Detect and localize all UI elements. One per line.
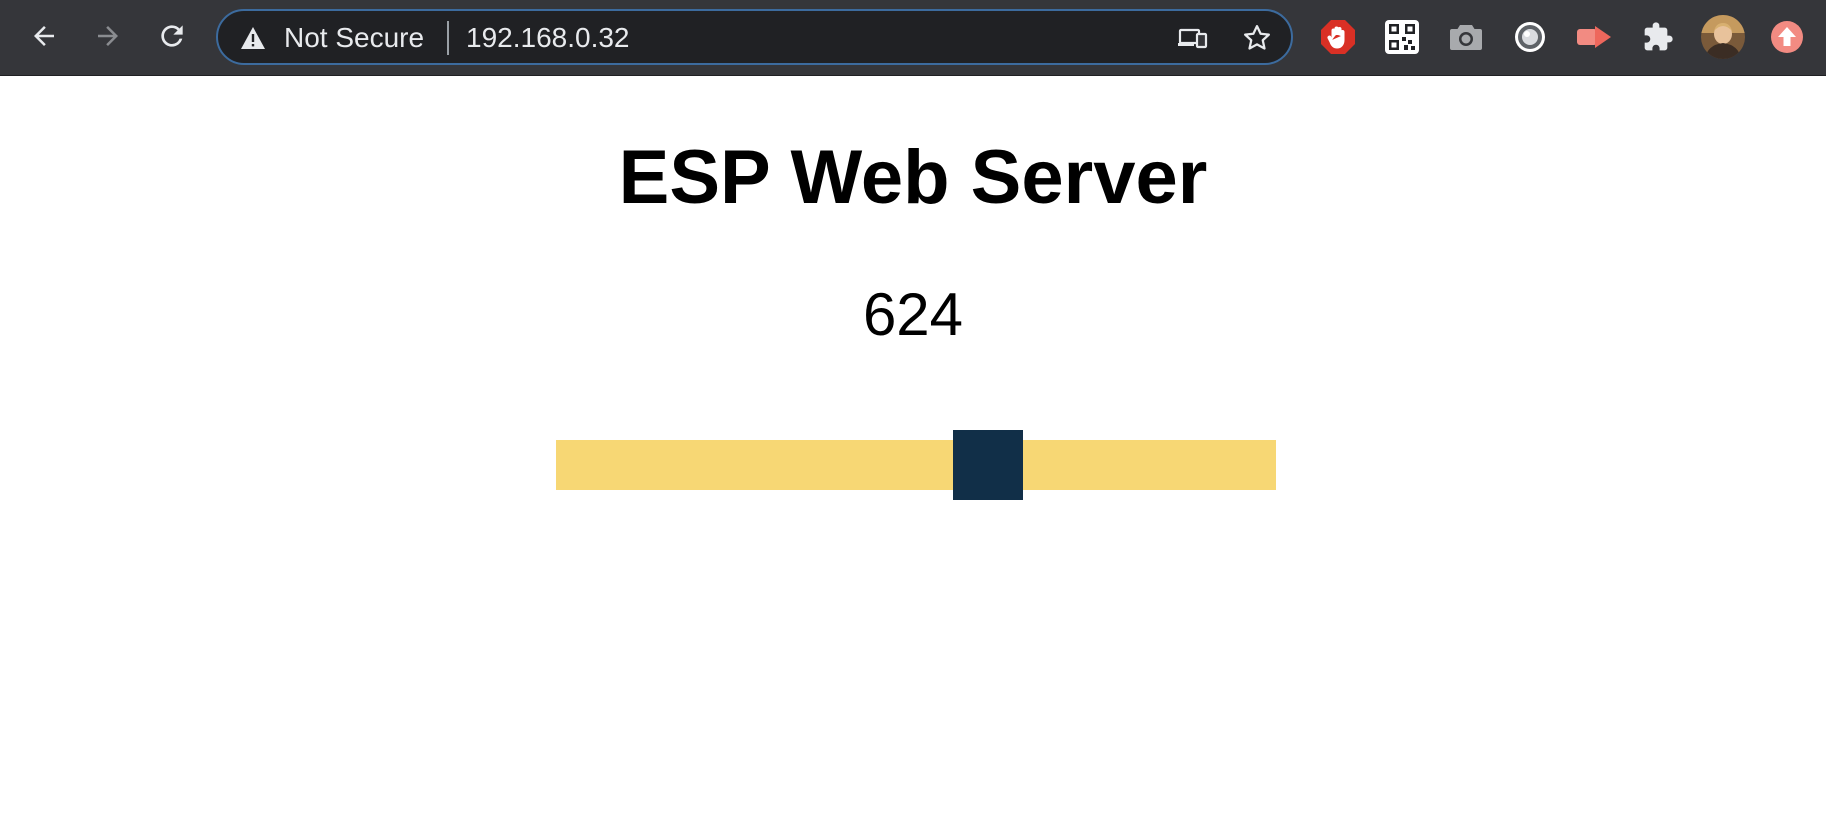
- profile-avatar[interactable]: [1701, 15, 1745, 59]
- send-to-device-button[interactable]: [1176, 21, 1210, 55]
- update-arrow-icon: [1771, 21, 1803, 53]
- adblock-extension[interactable]: [1319, 18, 1357, 56]
- star-icon: [1244, 25, 1270, 50]
- lens-icon: [1515, 22, 1545, 52]
- reload-icon: [161, 25, 183, 47]
- browser-toolbar: Not Secure 192.168.0.32: [0, 0, 1826, 76]
- address-bar[interactable]: Not Secure 192.168.0.32: [216, 9, 1293, 65]
- slider-value-display: 624: [862, 281, 964, 348]
- omnibox-divider: [447, 21, 449, 55]
- qr-code-extension[interactable]: [1383, 18, 1421, 56]
- video-arrow-icon: [1577, 26, 1611, 48]
- back-arrow-icon: [34, 26, 54, 46]
- url-text[interactable]: 192.168.0.32: [466, 23, 630, 53]
- page-content: ESP Web Server 624: [0, 76, 1826, 824]
- forward-button[interactable]: [86, 14, 130, 58]
- puzzle-extensions-icon: [1644, 22, 1673, 51]
- video-extension[interactable]: [1575, 18, 1613, 56]
- slider-thumb[interactable]: [952, 430, 1023, 500]
- screenshot-extension[interactable]: [1447, 18, 1485, 56]
- avatar-photo: [1701, 15, 1745, 59]
- page-title: ESP Web Server: [618, 135, 1208, 220]
- update-button[interactable]: [1768, 18, 1806, 56]
- back-button[interactable]: [22, 14, 66, 58]
- devices-icon: [1178, 28, 1208, 49]
- warning-triangle-icon[interactable]: [240, 26, 266, 50]
- slider-track[interactable]: [556, 440, 1276, 490]
- extensions-menu-button[interactable]: [1639, 18, 1677, 56]
- lens-extension[interactable]: [1511, 18, 1549, 56]
- adblock-hand-icon: [1321, 20, 1355, 54]
- qr-code-icon: [1385, 20, 1419, 54]
- bookmark-button[interactable]: [1240, 21, 1274, 55]
- reload-button[interactable]: [150, 14, 194, 58]
- camera-icon: [1450, 25, 1482, 50]
- security-status-label[interactable]: Not Secure: [284, 23, 424, 53]
- forward-arrow-icon: [98, 26, 118, 46]
